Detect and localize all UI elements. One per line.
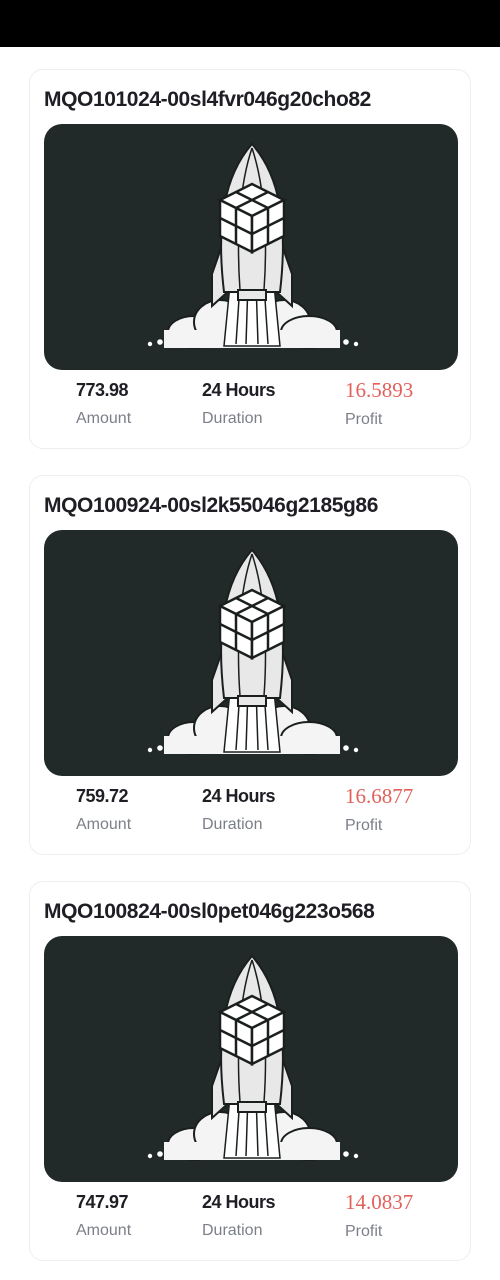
rocket-banner xyxy=(44,124,458,370)
duration-stat: 24 Hours Duration xyxy=(202,380,276,428)
duration-value: 24 Hours xyxy=(202,380,276,400)
duration-stat: 24 Hours Duration xyxy=(202,786,276,834)
duration-label: Duration xyxy=(202,1222,263,1239)
duration-label: Duration xyxy=(202,410,263,427)
profit-stat: 16.5893 Profit xyxy=(345,378,414,429)
status-bar xyxy=(0,0,500,47)
rocket-icon xyxy=(147,142,359,349)
profit-stat: 16.6877 Profit xyxy=(345,784,414,835)
amount-value: 773.98 xyxy=(76,380,129,400)
rocket-banner xyxy=(44,530,458,776)
amount-label: Amount xyxy=(76,410,132,427)
amount-value: 747.97 xyxy=(76,1192,129,1212)
amount-value: 759.72 xyxy=(76,786,129,806)
amount-label: Amount xyxy=(76,816,132,833)
amount-stat: 747.97 Amount xyxy=(76,1192,131,1240)
profit-label: Profit xyxy=(345,1223,383,1240)
profit-value: 16.5893 xyxy=(345,378,414,402)
order-card[interactable]: MQO100824-00sl0pet046g223o568 747.97 Amo… xyxy=(29,881,471,1261)
amount-stat: 773.98 Amount xyxy=(76,380,131,428)
order-card[interactable]: MQO100924-00sl2k55046g2185g86 759.72 Amo… xyxy=(29,475,471,855)
rocket-icon xyxy=(147,954,359,1161)
order-card[interactable]: MQO101024-00sl4fvr046g20cho82 773.98 Amo… xyxy=(29,69,471,449)
order-id: MQO100924-00sl2k55046g2185g86 xyxy=(44,494,378,517)
profit-label: Profit xyxy=(345,817,383,834)
amount-stat: 759.72 Amount xyxy=(76,786,131,834)
duration-value: 24 Hours xyxy=(202,1192,276,1212)
duration-label: Duration xyxy=(202,816,263,833)
order-id: MQO101024-00sl4fvr046g20cho82 xyxy=(44,88,371,111)
rocket-icon xyxy=(147,548,359,755)
order-id: MQO100824-00sl0pet046g223o568 xyxy=(44,900,375,923)
amount-label: Amount xyxy=(76,1222,132,1239)
profit-label: Profit xyxy=(345,411,383,428)
profit-value: 16.6877 xyxy=(345,784,414,808)
rocket-banner xyxy=(44,936,458,1182)
duration-value: 24 Hours xyxy=(202,786,276,806)
profit-stat: 14.0837 Profit xyxy=(345,1190,414,1241)
duration-stat: 24 Hours Duration xyxy=(202,1192,276,1240)
status-bar-notch xyxy=(300,44,318,47)
profit-value: 14.0837 xyxy=(345,1190,414,1214)
